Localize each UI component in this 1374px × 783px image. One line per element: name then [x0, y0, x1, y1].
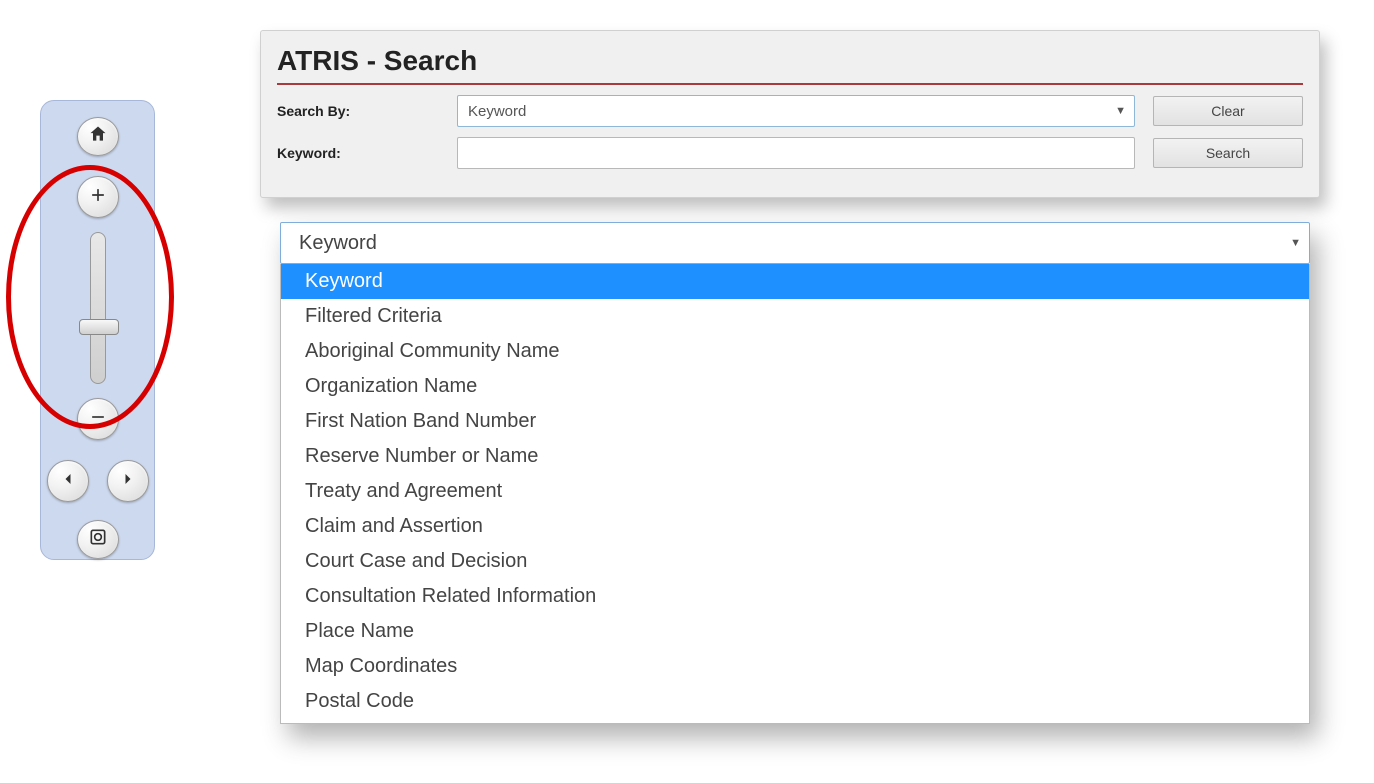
- zoom-slider-handle[interactable]: [79, 319, 119, 335]
- dropdown-selected-header[interactable]: Keyword ▼: [280, 222, 1310, 264]
- chevron-down-icon: ▼: [1290, 237, 1301, 249]
- dropdown-option[interactable]: Organization Name: [281, 369, 1309, 404]
- dropdown-option[interactable]: Map Coordinates: [281, 649, 1309, 684]
- title-divider: [277, 83, 1303, 85]
- dropdown-option[interactable]: Court Case and Decision: [281, 544, 1309, 579]
- dropdown-option-list: KeywordFiltered CriteriaAboriginal Commu…: [280, 264, 1310, 724]
- dropdown-option[interactable]: Place Name: [281, 614, 1309, 649]
- keyword-input[interactable]: [457, 137, 1135, 169]
- home-extent-button[interactable]: [77, 117, 119, 156]
- chevron-left-icon: [58, 469, 78, 494]
- home-icon: [88, 124, 108, 149]
- keyword-label: Keyword:: [277, 145, 457, 161]
- dropdown-option[interactable]: Province or Territory: [281, 719, 1309, 724]
- search-by-label: Search By:: [277, 103, 457, 119]
- minus-icon: [88, 407, 108, 432]
- dropdown-option[interactable]: Keyword: [281, 264, 1309, 299]
- dropdown-option[interactable]: Postal Code: [281, 684, 1309, 719]
- zoom-in-button[interactable]: [77, 176, 119, 218]
- chevron-down-icon: ▼: [1115, 105, 1126, 117]
- zoom-out-button[interactable]: [77, 398, 119, 440]
- map-toolbar: [40, 100, 155, 560]
- plus-icon: [88, 185, 108, 210]
- full-extent-button[interactable]: [77, 520, 119, 559]
- search-panel-title: ATRIS - Search: [277, 45, 1303, 77]
- dropdown-option[interactable]: Treaty and Agreement: [281, 474, 1309, 509]
- search-panel: ATRIS - Search Search By: Keyword ▼ Clea…: [260, 30, 1320, 198]
- dropdown-option[interactable]: First Nation Band Number: [281, 404, 1309, 439]
- globe-extent-icon: [88, 527, 108, 552]
- search-by-selected-value: Keyword: [468, 103, 526, 120]
- dropdown-option[interactable]: Consultation Related Information: [281, 579, 1309, 614]
- dropdown-option[interactable]: Reserve Number or Name: [281, 439, 1309, 474]
- clear-button[interactable]: Clear: [1153, 96, 1303, 126]
- zoom-slider-track[interactable]: [90, 232, 106, 384]
- search-button[interactable]: Search: [1153, 138, 1303, 168]
- zoom-slider-group: [77, 176, 119, 460]
- search-by-select[interactable]: Keyword ▼: [457, 95, 1135, 127]
- dropdown-option[interactable]: Claim and Assertion: [281, 509, 1309, 544]
- chevron-right-icon: [118, 469, 138, 494]
- dropdown-selected-value: Keyword: [299, 232, 377, 255]
- previous-extent-button[interactable]: [47, 460, 89, 502]
- dropdown-option[interactable]: Aboriginal Community Name: [281, 334, 1309, 369]
- next-extent-button[interactable]: [107, 460, 149, 502]
- dropdown-option[interactable]: Filtered Criteria: [281, 299, 1309, 334]
- search-by-dropdown-expanded: Keyword ▼ KeywordFiltered CriteriaAborig…: [280, 222, 1310, 724]
